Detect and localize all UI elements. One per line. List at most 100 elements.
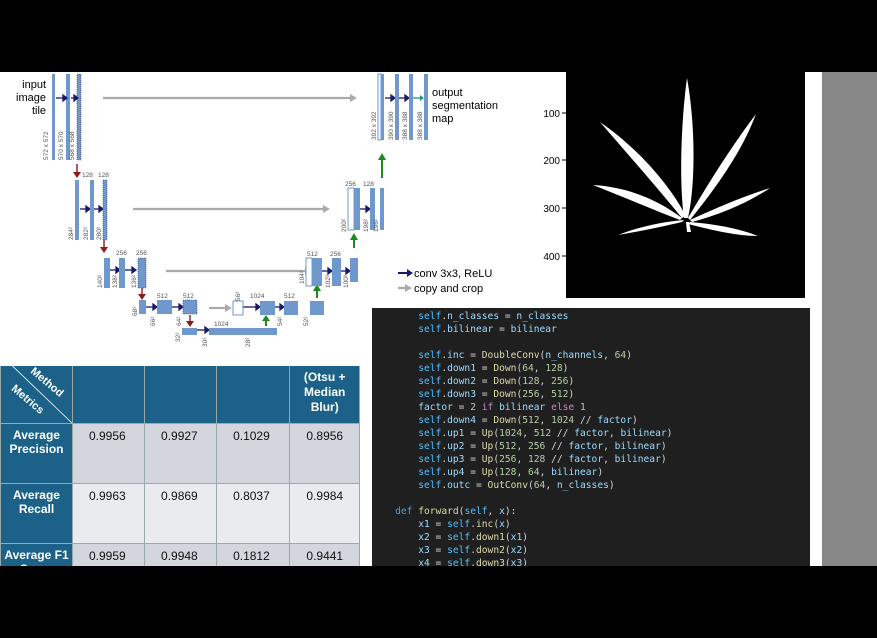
code-line-1: self.n_classes = n_classes — [418, 311, 569, 322]
cell-recall-2: 0.9869 — [144, 483, 218, 544]
upconv-arrows — [262, 153, 386, 326]
code-line-12: self.up3 = Up(256, 128 // factor, biline… — [418, 454, 667, 465]
size-label-104: 104² — [299, 270, 306, 284]
level1-left-blocks — [52, 73, 82, 161]
output-label-3: map — [432, 113, 453, 125]
segmentation-plot: 100 200 300 400 — [543, 72, 805, 298]
right-gray-panel — [822, 72, 877, 566]
channel-label-128b: 128 — [98, 172, 109, 179]
code-line-19: x3 = self.down2(x2) — [418, 545, 529, 556]
row-precision: Average Precision 0.9956 0.9927 0.1029 0… — [0, 423, 360, 484]
size-label-52: 52² — [303, 316, 310, 326]
size-label-282: 282² — [83, 226, 90, 240]
size-label-388b: 388 x 388 — [417, 111, 424, 140]
size-label-56: 56² — [235, 291, 242, 301]
code-line-17: x1 = self.inc(x) — [418, 519, 511, 530]
channel-label-1024a: 1024 — [214, 321, 229, 328]
input-label-3: tile — [32, 105, 46, 117]
size-label-28: 28² — [245, 337, 252, 347]
size-label-196: 196² — [373, 218, 380, 232]
slide-content: input image tile output segmentation map… — [0, 72, 877, 566]
channel-label-256c: 256 — [330, 251, 341, 258]
size-label-284: 284² — [68, 226, 75, 240]
size-label-390: 390 x 390 — [388, 111, 395, 140]
size-label-280: 280² — [96, 226, 103, 240]
channel-label-256a: 256 — [116, 250, 127, 257]
row-label-precision: Average Precision — [0, 423, 73, 484]
size-label-140: 140² — [97, 274, 104, 288]
channel-label-512c: 512 — [284, 293, 295, 300]
table-corner-header: Method Metrics — [0, 366, 73, 424]
ytick-400: 400 — [543, 252, 560, 263]
code-line-16: def forward(self, x): — [395, 506, 517, 517]
code-line-8: factor = 2 if bilinear else 1 — [418, 402, 586, 413]
cell-recall-3: 0.8037 — [216, 483, 291, 544]
code-line-13: self.up4 = Up(128, 64, bilinear) — [418, 467, 604, 478]
input-label-2: image — [16, 92, 46, 104]
metrics-table: Method Metrics Threshold Method (Otsu + … — [0, 366, 360, 566]
size-label-388a: 388 x 388 — [402, 111, 409, 140]
channel-label-256d: 256 — [345, 181, 356, 188]
cell-precision-3: 0.1029 — [216, 423, 291, 484]
size-label-64: 64² — [176, 316, 183, 326]
size-label-66: 66² — [150, 316, 157, 326]
code-line-9: self.down4 = Down(512, 1024 // factor) — [418, 415, 638, 426]
channel-label-512b: 512 — [183, 293, 194, 300]
col-header-2 — [144, 366, 218, 424]
cell-recall-1: 0.9963 — [71, 483, 146, 544]
code-line-18: x2 = self.down1(x1) — [418, 532, 529, 543]
row-f1: Average F1 Score 0.9959 0.9948 0.1812 0.… — [0, 543, 360, 566]
size-label-198: 198² — [363, 218, 370, 232]
code-line-5: self.down1 = Down(64, 128) — [418, 363, 569, 374]
size-label-100: 100² — [343, 274, 350, 288]
size-label-570: 570 x 570 — [58, 131, 65, 160]
channel-label-128a: 128 — [82, 172, 93, 179]
corner-metrics-label: Metrics — [9, 383, 46, 417]
encoder-blocks — [75, 179, 243, 335]
output-label-2: segmentation — [432, 100, 498, 112]
size-label-32: 32² — [175, 332, 182, 342]
size-label-392: 392 x 392 — [371, 111, 378, 140]
size-label-572: 572 x 572 — [43, 131, 50, 160]
size-label-200: 200² — [341, 218, 348, 232]
corner-method-label: Method — [28, 366, 66, 400]
cell-f1-2: 0.9948 — [144, 543, 218, 566]
size-label-102: 102² — [325, 274, 332, 288]
channel-label-1024b: 1024 — [250, 293, 265, 300]
code-editor[interactable]: self.n_classes = n_classes self.bilinear… — [372, 308, 810, 566]
code-line-10: self.up1 = Up(1024, 512 // factor, bilin… — [418, 428, 673, 439]
size-label-30: 30² — [202, 337, 209, 347]
col-header-1 — [71, 366, 146, 424]
row-recall: Average Recall 0.9963 0.9869 0.8037 0.99… — [0, 483, 360, 544]
cell-f1-1: 0.9959 — [71, 543, 146, 566]
cell-precision-2: 0.9927 — [144, 423, 218, 484]
code-line-2: self.bilinear = bilinear — [418, 324, 557, 335]
output-conv-arrow — [420, 95, 424, 101]
cell-recall-4: 0.9984 — [289, 483, 360, 544]
channel-label-256b: 256 — [136, 250, 147, 257]
legend-conv-label: conv 3x3, ReLU — [414, 268, 492, 280]
input-label-1: input — [22, 79, 46, 91]
code-line-4: self.inc = DoubleConv(n_channels, 64) — [418, 350, 632, 361]
cell-f1-3: 0.1812 — [216, 543, 291, 566]
legend: conv 3x3, ReLU copy and crop — [398, 268, 492, 295]
ytick-100: 100 — [543, 109, 560, 120]
size-label-136: 136² — [131, 274, 138, 288]
row-label-recall: Average Recall — [0, 483, 73, 544]
code-line-11: self.up2 = Up(512, 256 // factor, biline… — [418, 441, 667, 452]
size-label-138: 138² — [112, 274, 119, 288]
code-line-20: x4 = self.down3(x3) — [418, 558, 529, 566]
channel-label-512a: 512 — [157, 293, 168, 300]
legend-copy-label: copy and crop — [414, 283, 483, 295]
code-line-14: self.outc = OutConv(64, n_classes) — [418, 480, 615, 491]
size-label-68: 68² — [132, 306, 139, 316]
code-line-7: self.down3 = Down(256, 512) — [418, 389, 575, 400]
ytick-200: 200 — [543, 156, 560, 167]
row-label-f1: Average F1 Score — [0, 543, 73, 566]
cell-f1-4: 0.9441 — [289, 543, 360, 566]
cell-precision-1: 0.9956 — [71, 423, 146, 484]
cell-precision-4: 0.8956 — [289, 423, 360, 484]
size-label-54: 54² — [277, 316, 284, 326]
metrics-table-container: Method Metrics Threshold Method (Otsu + … — [0, 366, 360, 566]
col-header-otsu: Method (Otsu + Median Blur) — [289, 366, 360, 424]
